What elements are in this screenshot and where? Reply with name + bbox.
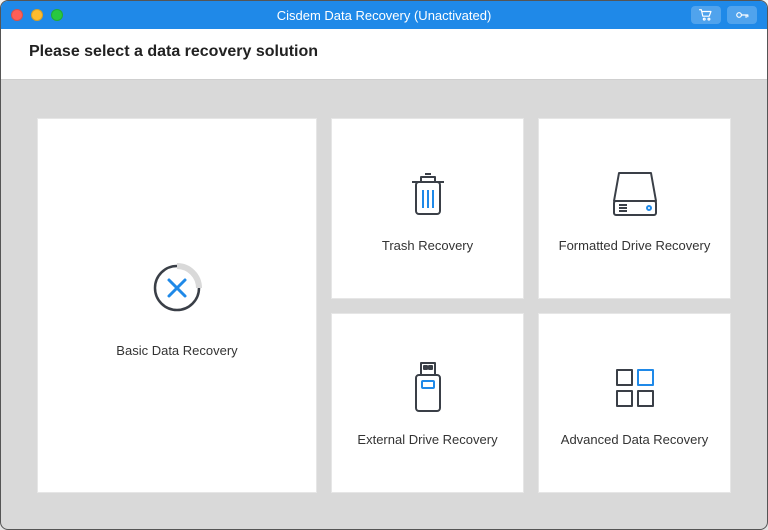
card-label: External Drive Recovery [357, 432, 497, 447]
cart-button[interactable] [691, 6, 721, 24]
hard-drive-icon [609, 164, 661, 224]
window-controls [11, 9, 63, 21]
grid-modules-icon [611, 358, 659, 418]
card-external-drive-recovery[interactable]: External Drive Recovery [331, 313, 524, 494]
trash-icon [405, 164, 451, 224]
window-title: Cisdem Data Recovery (Unactivated) [1, 8, 767, 23]
cart-icon [699, 9, 713, 21]
card-label: Advanced Data Recovery [561, 432, 708, 447]
titlebar: Cisdem Data Recovery (Unactivated) [1, 1, 767, 29]
content-area: Basic Data Recovery Trash Recovery [1, 80, 767, 529]
basic-recovery-icon [149, 253, 205, 323]
card-basic-data-recovery[interactable]: Basic Data Recovery [37, 118, 317, 493]
right-column: Trash Recovery Formatted Drive Recovery [331, 118, 731, 493]
card-label: Basic Data Recovery [116, 343, 237, 358]
key-button[interactable] [727, 6, 757, 24]
key-icon [735, 9, 749, 21]
zoom-window-button[interactable] [51, 9, 63, 21]
usb-drive-icon [408, 358, 448, 418]
card-label: Trash Recovery [382, 238, 473, 253]
page-heading: Please select a data recovery solution [29, 43, 739, 61]
heading-bar: Please select a data recovery solution [1, 29, 767, 80]
app-window: Cisdem Data Recovery (Unactivated) [0, 0, 768, 530]
left-column: Basic Data Recovery [37, 118, 317, 493]
card-trash-recovery[interactable]: Trash Recovery [331, 118, 524, 299]
card-advanced-data-recovery[interactable]: Advanced Data Recovery [538, 313, 731, 494]
titlebar-actions [691, 6, 757, 24]
close-window-button[interactable] [11, 9, 23, 21]
card-label: Formatted Drive Recovery [559, 238, 711, 253]
minimize-window-button[interactable] [31, 9, 43, 21]
card-formatted-drive-recovery[interactable]: Formatted Drive Recovery [538, 118, 731, 299]
